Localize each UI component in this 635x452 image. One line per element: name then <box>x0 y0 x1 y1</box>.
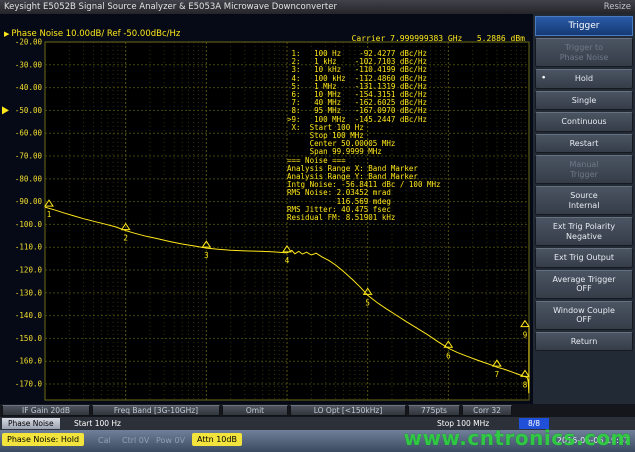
status-segment-if-gain-20db: IF Gain 20dB <box>2 405 90 416</box>
status-item-cal: Cal <box>98 436 111 445</box>
softkey-source-internal[interactable]: SourceInternal <box>535 186 633 215</box>
marker-readout: 1: 100 Hz -92.4277 dBc/Hz 2: 1 kHz -102.… <box>287 50 441 222</box>
status-segment-lo-opt-150khz: LO Opt [<150kHz] <box>290 405 406 416</box>
carrier-power: 5.2886 dBm <box>477 34 525 43</box>
svg-text:-140.0: -140.0 <box>15 311 43 320</box>
softkey-return[interactable]: Return <box>535 332 633 352</box>
softkey-continuous[interactable]: Continuous <box>535 112 633 132</box>
window-title: Keysight E5052B Signal Source Analyzer &… <box>4 2 337 12</box>
mode-badge: Phase Noise: Hold <box>2 433 84 446</box>
svg-text:-90.00: -90.00 <box>15 197 43 206</box>
watermark: www.cntronics.com <box>404 426 632 450</box>
svg-text:-80.00: -80.00 <box>15 174 43 183</box>
svg-text:-120.0: -120.0 <box>15 266 43 275</box>
svg-text:-170.0: -170.0 <box>15 380 43 389</box>
menu-title: Trigger <box>535 16 633 36</box>
status-item-ctrl: Ctrl 0V <box>122 436 149 445</box>
svg-text:9: 9 <box>523 331 528 340</box>
softkey-hold[interactable]: •Hold <box>535 69 633 89</box>
selected-indicator: • <box>541 74 546 84</box>
svg-text:-30.00: -30.00 <box>15 60 43 69</box>
svg-text:1: 1 <box>47 210 52 219</box>
softkey-menu: TriggerTrigger toPhase Noise•HoldSingleC… <box>533 14 635 404</box>
svg-text:5: 5 <box>365 298 370 307</box>
softkey-restart[interactable]: Restart <box>535 134 633 154</box>
status-segment-omit: Omit <box>222 405 288 416</box>
softkey-manual-trigger: ManualTrigger <box>535 155 633 184</box>
resize-button[interactable]: Resize <box>604 0 631 14</box>
status-segment-corr-32: Corr 32 <box>462 405 512 416</box>
svg-text:-40.00: -40.00 <box>15 83 43 92</box>
svg-text:-100.0: -100.0 <box>15 220 43 229</box>
svg-text:-150.0: -150.0 <box>15 334 43 343</box>
svg-text:2: 2 <box>123 234 128 243</box>
status-segment-775pts: 775pts <box>408 405 460 416</box>
attn-badge: Attn 10dB <box>192 433 242 446</box>
svg-text:7: 7 <box>495 370 500 379</box>
softkey-ext-trig-polarity-negative[interactable]: Ext Trig PolarityNegative <box>535 217 633 246</box>
measurement-status-bar: IF Gain 20dBFreq Band [3G-10GHz]OmitLO O… <box>0 404 635 417</box>
readout-line: Residual FM: 8.51901 kHz <box>287 214 441 222</box>
svg-text:8: 8 <box>523 380 528 389</box>
svg-text:-160.0: -160.0 <box>15 357 43 366</box>
carrier-frequency: Carrier 7.999999383 GHz <box>352 34 463 43</box>
status-item-pow: Pow 0V <box>156 436 185 445</box>
svg-text:-70.00: -70.00 <box>15 152 43 161</box>
trace-scale-text: Phase Noise 10.00dB/ Ref -50.00dBc/Hz <box>11 29 180 39</box>
carrier-readout: Carrier 7.999999383 GHz 5.2886 dBm <box>352 34 525 43</box>
phase-noise-chart[interactable]: -20.00-30.00-40.00-50.00-60.00-70.00-80.… <box>0 14 533 406</box>
svg-text:-110.0: -110.0 <box>15 243 43 252</box>
start-freq-label: Start 100 Hz <box>74 418 121 429</box>
softkey-trigger-to-phase-noise: Trigger toPhase Noise <box>535 38 633 67</box>
app-window: Resize Keysight E5052B Signal Source Ana… <box>0 0 635 452</box>
svg-text:-50.00: -50.00 <box>15 106 43 115</box>
svg-text:-60.00: -60.00 <box>15 129 43 138</box>
status-segment-freq-band-3g-10ghz: Freq Band [3G-10GHz] <box>92 405 220 416</box>
svg-text:-130.0: -130.0 <box>15 288 43 297</box>
svg-text:3: 3 <box>204 251 209 260</box>
svg-text:6: 6 <box>446 351 451 360</box>
tab-phase-noise[interactable]: Phase Noise <box>2 418 60 429</box>
svg-text:4: 4 <box>285 256 290 265</box>
active-trace-icon: ▶ <box>4 30 9 38</box>
softkey-single[interactable]: Single <box>535 91 633 111</box>
plot-panel: ▶Phase Noise 10.00dB/ Ref -50.00dBc/Hz C… <box>0 14 533 404</box>
softkey-ext-trig-output[interactable]: Ext Trig Output <box>535 248 633 268</box>
title-bar: Resize Keysight E5052B Signal Source Ana… <box>0 0 635 14</box>
trace-scale-label: ▶Phase Noise 10.00dB/ Ref -50.00dBc/Hz <box>4 29 180 39</box>
softkey-average-trigger-off[interactable]: Average TriggerOFF <box>535 270 633 299</box>
softkey-window-couple-off[interactable]: Window CoupleOFF <box>535 301 633 330</box>
